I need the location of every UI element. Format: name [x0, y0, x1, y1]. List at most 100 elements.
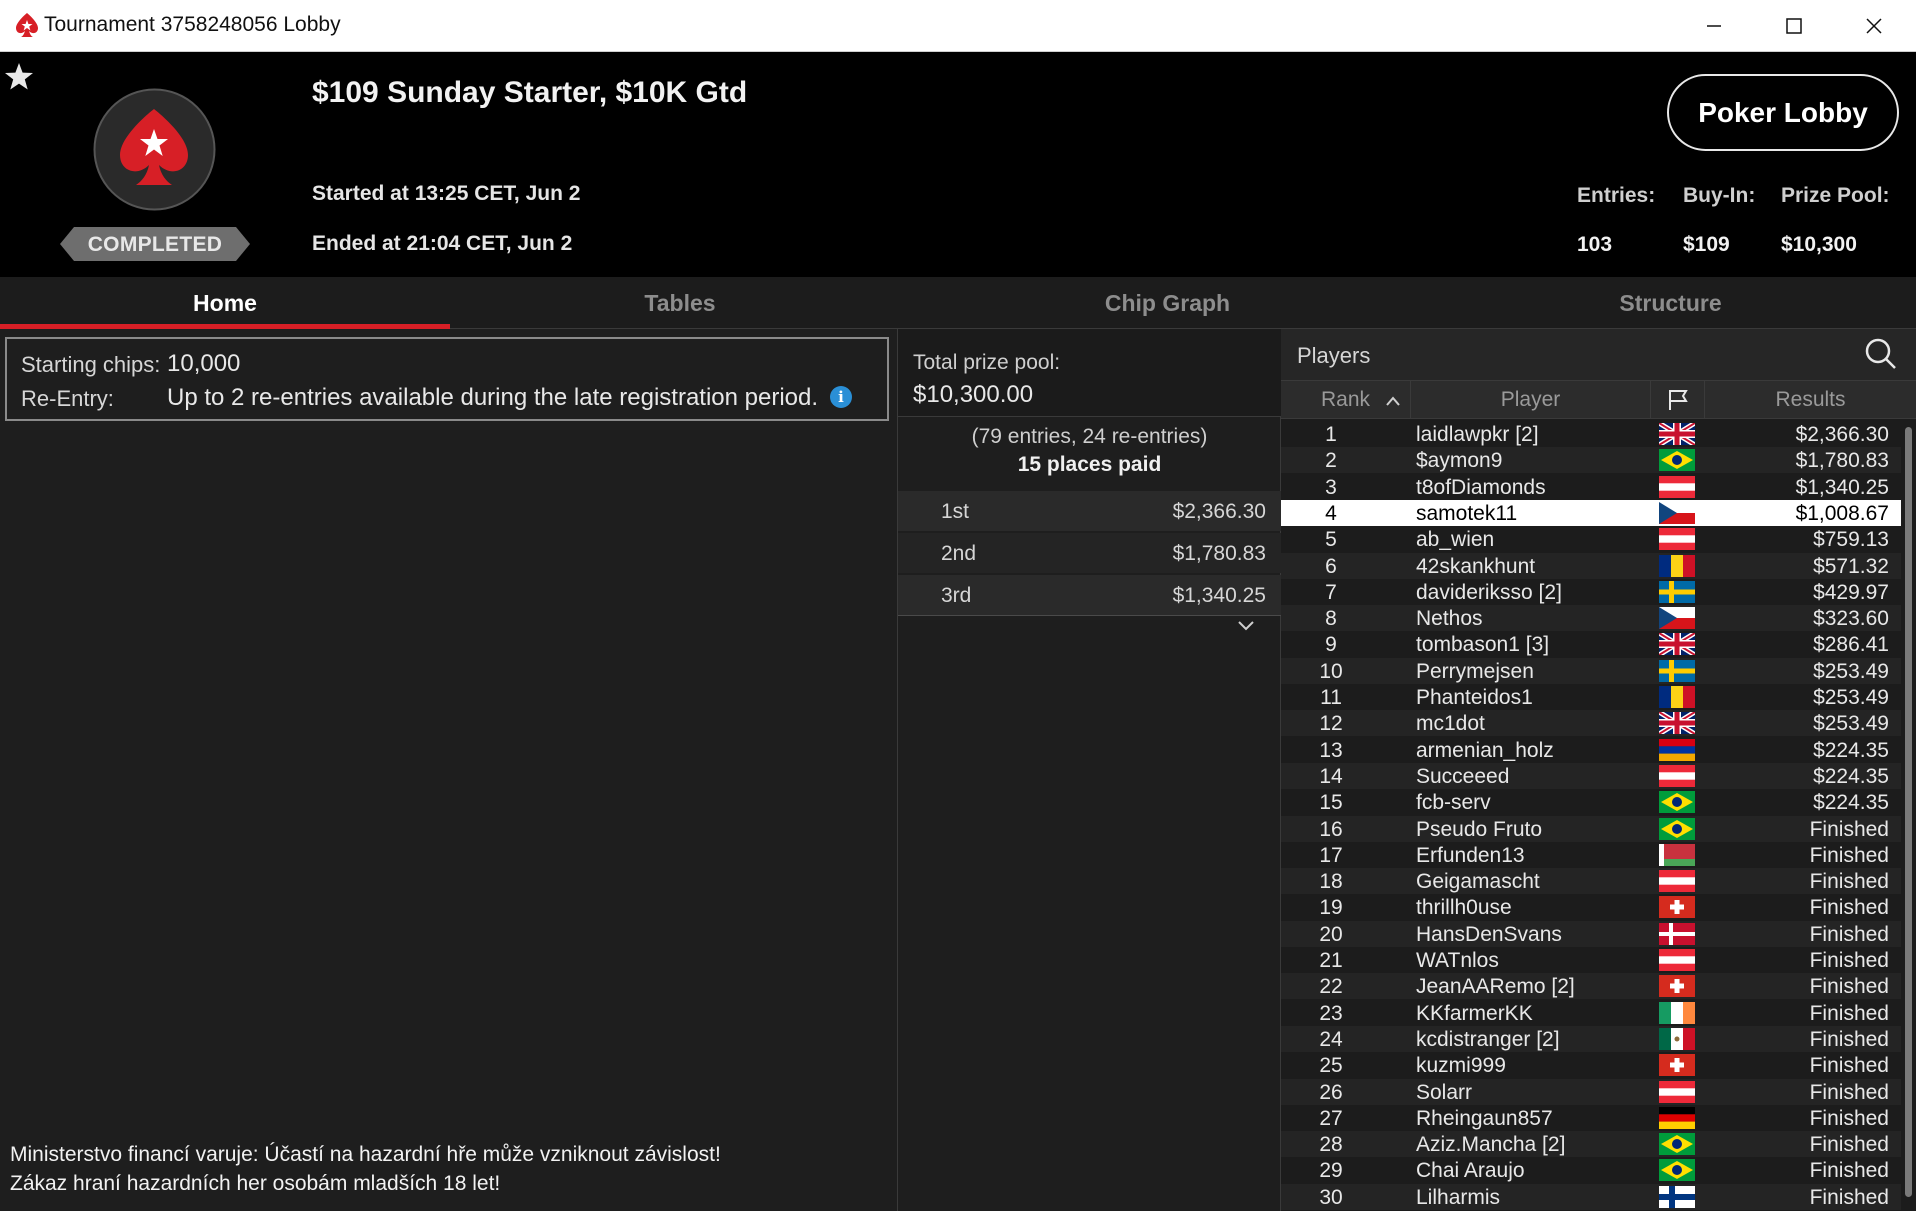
player-result: $323.60 [1813, 607, 1889, 631]
prize-place: 3rd [941, 584, 972, 607]
player-result: $429.97 [1813, 580, 1889, 604]
warning-line-2: Zákaz hraní hazardních her osobám mladší… [10, 1172, 501, 1195]
player-name: ab_wien [1416, 528, 1495, 552]
player-rank: 9 [1325, 633, 1337, 657]
warning-line-1: Ministerstvo financí varuje: Účastí na h… [10, 1143, 721, 1166]
player-result: $1,008.67 [1795, 501, 1889, 525]
results-column-header[interactable]: Results [1705, 381, 1916, 419]
table-row[interactable]: 11 Phanteidos1 $253.49 [1281, 684, 1901, 710]
player-name: tombason1 [3] [1416, 633, 1550, 657]
scrollbar-thumb[interactable] [1905, 427, 1912, 1197]
table-row[interactable]: 3 t8ofDiamonds $1,340.25 [1281, 474, 1901, 500]
search-icon[interactable] [1864, 337, 1898, 371]
tournament-info-box: Starting chips: 10,000 Re-Entry: Up to 2… [5, 337, 889, 421]
br-flag-icon [1659, 1159, 1695, 1182]
tournament-lobby-window: Tournament 3758248056 Lobby COMPLETED $1… [0, 0, 1916, 1211]
prize-amount: $1,340.25 [1172, 584, 1266, 607]
player-rank: 17 [1319, 843, 1343, 867]
prize-amount: $1,780.83 [1172, 542, 1266, 565]
divider [898, 615, 1281, 616]
table-row[interactable]: 28 Aziz.Mancha [2] Finished [1281, 1131, 1901, 1158]
player-name: laidlawpkr [2] [1416, 423, 1539, 446]
table-row[interactable]: 2 $aymon9 $1,780.83 [1281, 447, 1901, 474]
table-row[interactable]: 26 Solarr Finished [1281, 1078, 1901, 1105]
close-button[interactable] [1834, 0, 1914, 52]
players-scrollbar[interactable] [1903, 421, 1914, 1211]
player-result: Finished [1809, 843, 1889, 867]
table-row[interactable]: 1 laidlawpkr [2] $2,366.30 [1281, 421, 1901, 447]
table-row[interactable]: 30 Lilharmis Finished [1281, 1183, 1901, 1210]
country-column-header[interactable] [1651, 381, 1705, 419]
prize-place: 1st [941, 500, 970, 523]
favorite-star-icon[interactable] [2, 60, 36, 94]
player-name: WATnlos [1416, 949, 1499, 972]
cz-flag-icon [1659, 501, 1695, 524]
player-result: $1,340.25 [1795, 475, 1889, 499]
maximize-button[interactable] [1754, 0, 1834, 52]
table-row[interactable]: 12 mc1dot $253.49 [1281, 710, 1901, 737]
table-row[interactable]: 24 kcdistranger [2] Finished [1281, 1025, 1901, 1052]
table-row[interactable]: 15 fcb-serv $224.35 [1281, 789, 1901, 815]
tab-home[interactable]: Home [0, 277, 450, 329]
table-row[interactable]: 7 davideriksso [2] $429.97 [1281, 579, 1901, 605]
tab-chip-graph[interactable]: Chip Graph [910, 277, 1425, 329]
player-rank: 20 [1319, 922, 1343, 946]
places-paid: 15 places paid [1017, 453, 1162, 476]
player-result: $1,780.83 [1795, 449, 1889, 473]
player-result: Finished [1809, 1054, 1889, 1078]
player-name: davideriksso [2] [1416, 580, 1562, 604]
player-result: $253.49 [1813, 712, 1889, 736]
player-result: Finished [1809, 1159, 1889, 1183]
players-column-header: Rank Player Results [1281, 381, 1916, 419]
table-row[interactable]: 4 samotek11 $1,008.67 [1281, 499, 1901, 526]
table-row[interactable]: 25 kuzmi999 Finished [1281, 1052, 1901, 1078]
minimize-icon [1707, 25, 1721, 27]
player-result: Finished [1809, 896, 1889, 920]
table-row[interactable]: 18 Geigamascht Finished [1281, 868, 1901, 895]
table-row[interactable]: 8 Nethos $323.60 [1281, 605, 1901, 632]
buyin-value: $109 [1683, 233, 1730, 256]
chevron-down-icon[interactable] [1236, 619, 1256, 633]
sort-ascending-icon [1386, 396, 1400, 406]
tab-tables[interactable]: Tables [450, 277, 910, 329]
poker-lobby-button[interactable]: Poker Lobby [1667, 74, 1899, 151]
table-row[interactable]: 19 thrillh0use Finished [1281, 894, 1901, 920]
table-row[interactable]: 20 HansDenSvans Finished [1281, 920, 1901, 947]
table-row[interactable]: 17 Erfunden13 Finished [1281, 842, 1901, 868]
table-row[interactable]: 22 JeanAARemo [2] Finished [1281, 973, 1901, 1000]
player-column-header[interactable]: Player [1411, 381, 1651, 419]
table-row[interactable]: 16 Pseudo Fruto Finished [1281, 815, 1901, 842]
player-rank: 18 [1319, 870, 1343, 894]
player-result: Finished [1809, 1133, 1889, 1157]
table-row[interactable]: 29 Chai Araujo Finished [1281, 1157, 1901, 1183]
table-row[interactable]: 14 Succeeed $224.35 [1281, 762, 1901, 789]
table-row[interactable]: 21 WATnlos Finished [1281, 947, 1901, 973]
tab-structure[interactable]: Structure [1425, 277, 1916, 329]
table-row[interactable]: 6 42skankhunt $571.32 [1281, 552, 1901, 579]
am-flag-icon [1659, 738, 1695, 761]
player-result: Finished [1809, 1080, 1889, 1104]
player-rank: 11 [1320, 686, 1342, 709]
table-row[interactable]: 27 Rheingaun857 Finished [1281, 1105, 1901, 1131]
rank-column-header[interactable]: Rank [1281, 381, 1411, 419]
prize-pool-header: Total prize pool: $10,300.00 [898, 329, 1281, 417]
minimize-button[interactable] [1674, 0, 1754, 52]
player-name: $aymon9 [1416, 449, 1503, 473]
gb-flag-icon [1659, 633, 1695, 656]
table-row[interactable]: 9 tombason1 [3] $286.41 [1281, 631, 1901, 657]
player-name: HansDenSvans [1416, 922, 1562, 946]
tab-bar: Home Tables Chip Graph Structure [0, 277, 1916, 329]
player-rank: 21 [1319, 949, 1343, 972]
player-name: JeanAARemo [2] [1416, 975, 1575, 999]
table-row[interactable]: 5 ab_wien $759.13 [1281, 526, 1901, 552]
player-result: Finished [1809, 949, 1889, 972]
table-row[interactable]: 23 KKfarmerKK Finished [1281, 1000, 1901, 1026]
table-row[interactable]: 10 Perrymejsen $253.49 [1281, 657, 1901, 684]
player-name: thrillh0use [1416, 896, 1512, 920]
player-rank: 14 [1319, 764, 1343, 788]
table-row[interactable]: 13 armenian_holz $224.35 [1281, 737, 1901, 763]
player-name: Succeeed [1416, 764, 1510, 788]
info-icon[interactable]: i [830, 386, 852, 408]
prize-place: 2nd [941, 542, 977, 565]
player-rank: 19 [1319, 896, 1343, 920]
